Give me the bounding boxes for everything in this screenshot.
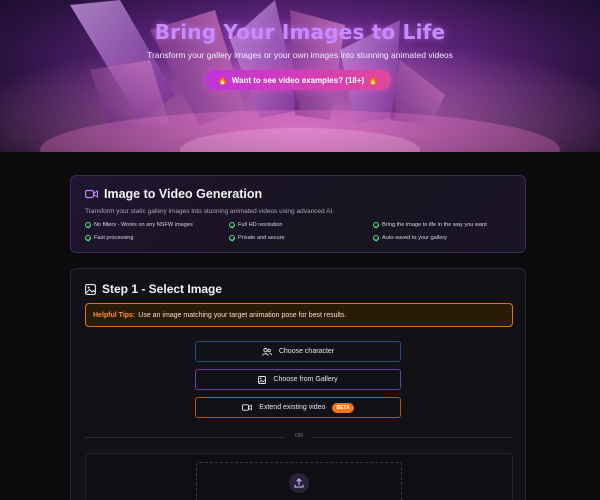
step-title: Step 1 - Select Image [102,282,223,296]
video-camera-icon [85,189,98,199]
image-to-video-info-card: Image to Video Generation Transform your… [70,175,526,253]
choose-character-button[interactable]: Choose character [195,341,401,362]
image-icon [85,283,96,295]
extend-existing-video-button[interactable]: Extend existing video BETA [195,397,401,418]
extend-existing-video-label: Extend existing video [259,404,326,411]
feature-item: Auto-saved to your gallery [373,235,447,241]
feature-item: Bring the image to life in the way you w… [373,222,487,228]
info-title-row: Image to Video Generation [85,187,262,201]
hero-title: Bring Your Images to Life [154,20,446,44]
users-icon [262,347,272,356]
choose-character-label: Choose character [278,348,335,355]
tips-text: Use an image matching your target animat… [138,311,347,319]
upload-icon [294,478,304,488]
step-title-row: Step 1 - Select Image [85,282,222,296]
video-examples-button[interactable]: 🔥 Want to see video examples? (18+) 🔥 [205,70,391,90]
check-circle-icon [373,235,379,241]
check-circle-icon [229,222,235,228]
beta-badge: BETA [332,402,354,413]
upload-dropzone[interactable] [196,462,402,500]
or-text: OR [294,433,304,439]
helpful-tips-banner: Helpful Tips: Use an image matching your… [85,303,513,327]
feature-item: Full HD resolution [229,222,282,228]
info-description: Transform your static gallery images int… [85,208,335,215]
upload-button[interactable] [289,473,309,493]
feature-item: Private and secure [229,235,285,241]
hero-banner: Bring Your Images to Life Transform your… [0,0,600,152]
or-divider: OR [85,433,513,441]
feature-item: No filters - Works on any NSFW images [85,222,193,228]
choose-from-gallery-label: Choose from Gallery [273,376,338,383]
image-icon [258,375,267,384]
check-circle-icon [373,222,379,228]
feature-item: Fast processing [85,235,133,241]
tips-label: Helpful Tips: [93,311,136,319]
hero-subtitle: Transform your gallery images or your ow… [147,50,453,60]
video-icon [242,404,253,411]
check-circle-icon [85,222,91,228]
video-examples-label: Want to see video examples? (18+) [231,75,365,85]
upload-area [85,453,513,500]
choose-from-gallery-button[interactable]: Choose from Gallery [195,369,401,390]
check-circle-icon [85,235,91,241]
check-circle-icon [229,235,235,241]
fire-icon: 🔥 [368,75,379,85]
info-title: Image to Video Generation [104,187,263,201]
fire-icon: 🔥 [217,75,228,85]
step-1-card: Step 1 - Select Image Helpful Tips: Use … [70,268,526,500]
